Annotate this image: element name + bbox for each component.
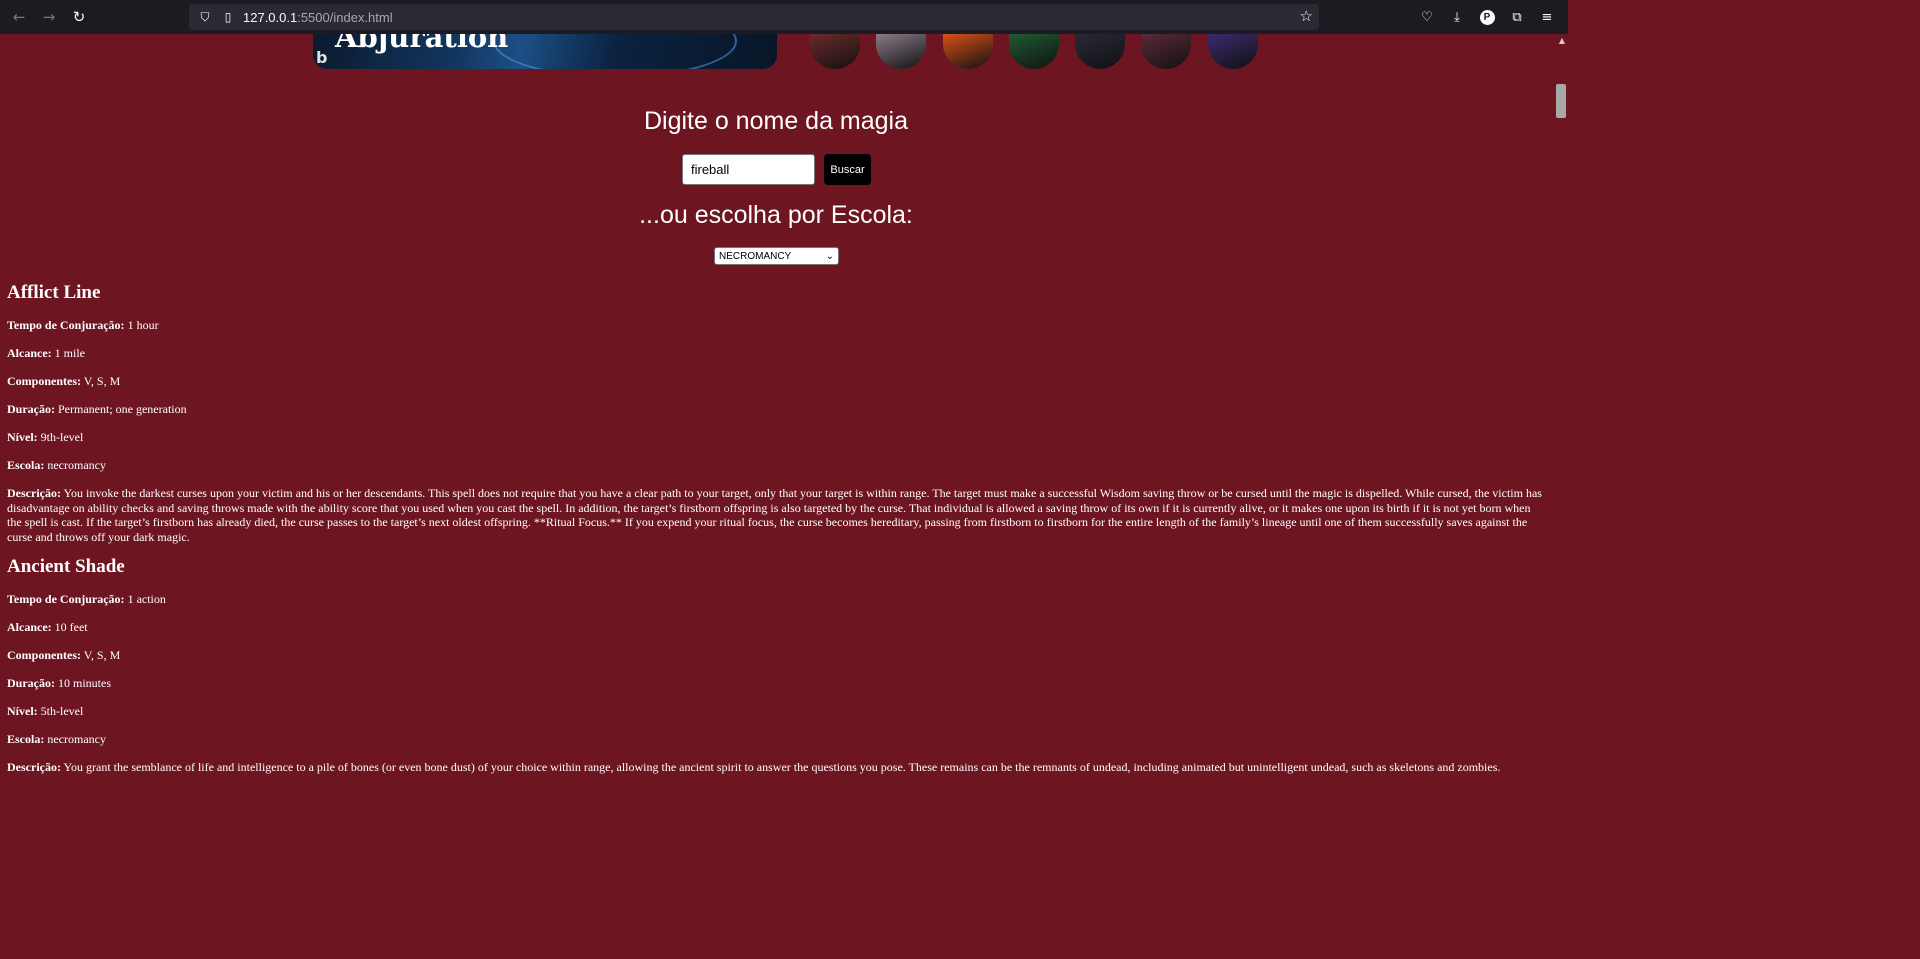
pocket-icon[interactable]: ♡	[1414, 4, 1440, 30]
field-value: 10 minutes	[58, 676, 111, 691]
profile-icon: P	[1479, 9, 1495, 25]
hero-school-card[interactable]: Abjuration b	[313, 34, 777, 69]
spell-range: Alcance: 1 mile	[7, 346, 1547, 360]
spell-results: Afflict Line Tempo de Conjuração: 1 hour A…	[7, 282, 1547, 787]
search-button[interactable]: Buscar	[824, 154, 871, 185]
spell-components: Componentes: V, S, M	[7, 648, 1547, 662]
spell-name: Ancient Shade	[7, 556, 125, 578]
spell-search-input[interactable]	[682, 154, 815, 185]
field-value: Permanent; one generation	[58, 402, 187, 416]
url-path: :5500/index.html	[297, 9, 393, 25]
browser-toolbar: ← → ↻ ⛉ ▯ 127.0.0.1:5500/index.html ☆ ♡ …	[0, 0, 1568, 34]
spell-duration: Duração: Permanent; one generation	[7, 402, 1547, 416]
field-value: 1 mile	[54, 346, 85, 360]
scroll-up-icon[interactable]: ▲	[1559, 36, 1565, 45]
school-thumbnail[interactable]	[810, 34, 860, 69]
field-label: Nível:	[7, 704, 38, 719]
url-text[interactable]: 127.0.0.1:5500/index.html	[243, 10, 393, 25]
menu-icon[interactable]: ≡	[1534, 4, 1560, 30]
spell-card: Afflict Line Tempo de Conjuração: 1 hour A…	[7, 282, 1547, 544]
field-label: Descrição:	[7, 760, 61, 775]
school-thumbnail[interactable]	[1009, 34, 1059, 69]
spell-description: Descrição: You grant the semblance of li…	[7, 760, 1547, 775]
spell-components: Componentes: V, S, M	[7, 374, 1547, 388]
school-select[interactable]: NECROMANCY ⌄	[714, 247, 839, 265]
school-select-value: NECROMANCY	[719, 250, 792, 262]
shield-icon[interactable]: ⛉	[198, 10, 212, 25]
field-label: Alcance:	[7, 346, 52, 360]
field-label: Tempo de Conjuração:	[7, 592, 125, 607]
field-value: V, S, M	[83, 374, 121, 388]
spell-casting-time: Tempo de Conjuração: 1 hour	[7, 318, 1547, 332]
url-host: 127.0.0.1	[243, 9, 298, 25]
profile-button[interactable]: P	[1474, 4, 1500, 30]
field-value: You invoke the darkest curses upon your …	[7, 486, 1542, 544]
field-value: 10 feet	[54, 620, 88, 635]
bing-logo-icon: b	[316, 48, 328, 67]
field-label: Duração:	[7, 402, 55, 416]
download-icon[interactable]: ⤓	[1444, 4, 1470, 30]
school-thumbnail[interactable]	[1208, 34, 1258, 69]
field-value: necromancy	[47, 458, 106, 472]
spell-name: Afflict Line	[7, 282, 101, 303]
field-value: You grant the semblance of life and inte…	[63, 760, 1501, 775]
spell-range: Alcance: 10 feet	[7, 620, 1547, 634]
spell-card: Ancient Shade Tempo de Conjuração: 1 acti…	[7, 556, 1547, 775]
page-scrollbar[interactable]	[1552, 34, 1568, 783]
field-value: 1 action	[127, 592, 166, 607]
extensions-icon[interactable]: ⧉	[1504, 4, 1530, 30]
scrollbar-thumb[interactable]	[1556, 84, 1566, 118]
spell-duration: Duração: 10 minutes	[7, 676, 1547, 690]
school-heading: ...ou escolha por Escola:	[639, 201, 913, 229]
address-bar[interactable]: ⛉ ▯ 127.0.0.1:5500/index.html ☆	[189, 4, 1319, 30]
school-thumbnail[interactable]	[1075, 34, 1125, 69]
field-label: Componentes:	[7, 374, 81, 388]
field-label: Descrição:	[7, 486, 61, 500]
field-label: Escola:	[7, 732, 45, 747]
school-thumbnail[interactable]	[876, 34, 926, 69]
spell-description: Descrição: You invoke the darkest curses…	[7, 486, 1547, 544]
school-thumbnail[interactable]	[943, 34, 993, 69]
school-thumbnail[interactable]	[1141, 34, 1191, 69]
search-row: Buscar	[682, 154, 871, 185]
hero-title: Abjuration	[335, 34, 509, 54]
page-icon: ▯	[224, 10, 232, 24]
back-arrow-icon[interactable]: ←	[6, 4, 32, 30]
spell-school: Escola: necromancy	[7, 732, 1547, 746]
field-value: V, S, M	[83, 648, 121, 663]
field-value: 5th-level	[40, 704, 84, 719]
field-value: 9th-level	[40, 430, 84, 444]
field-label: Duração:	[7, 676, 55, 691]
field-label: Tempo de Conjuração:	[7, 318, 125, 332]
chevron-down-icon: ⌄	[825, 250, 834, 262]
spell-school: Escola: necromancy	[7, 458, 1547, 472]
field-label: Nível:	[7, 430, 38, 444]
spell-level: Nível: 5th-level	[7, 704, 1547, 718]
star-icon[interactable]: ☆	[1300, 7, 1313, 25]
spell-casting-time: Tempo de Conjuração: 1 action	[7, 592, 1547, 606]
field-label: Componentes:	[7, 648, 81, 663]
spell-level: Nível: 9th-level	[7, 430, 1547, 444]
field-label: Alcance:	[7, 620, 52, 635]
field-value: necromancy	[47, 732, 106, 747]
field-label: Escola:	[7, 458, 45, 472]
forward-arrow-icon[interactable]: →	[36, 4, 62, 30]
field-value: 1 hour	[127, 318, 159, 332]
search-heading: Digite o nome da magia	[643, 107, 909, 135]
toolbar-right-icons: ♡ ⤓ P ⧉ ≡	[1414, 4, 1560, 30]
reload-icon[interactable]: ↻	[66, 4, 92, 30]
